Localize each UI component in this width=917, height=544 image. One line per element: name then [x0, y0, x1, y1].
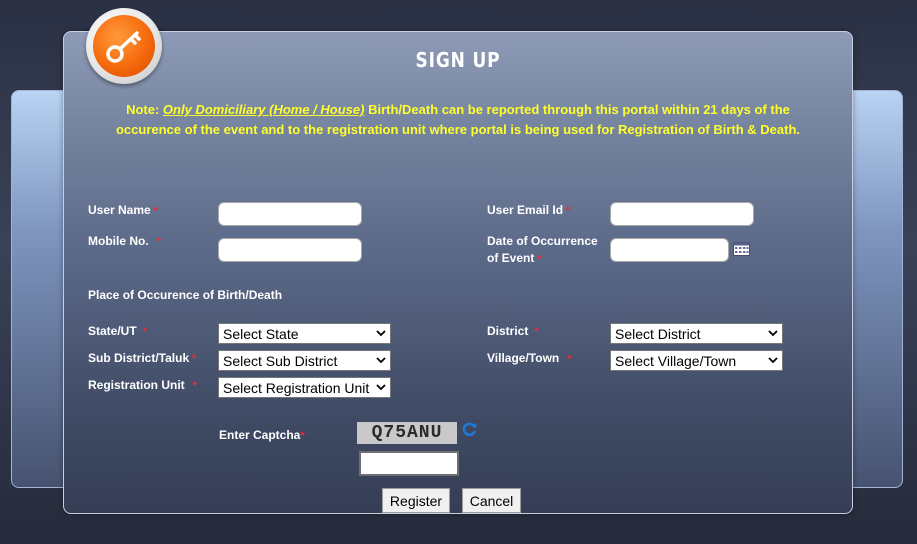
captcha-input[interactable]	[359, 451, 459, 476]
logo	[86, 8, 162, 84]
district-select[interactable]: Select District	[610, 323, 783, 344]
date-of-event-label: Date of Occurrence of Event *	[487, 234, 598, 265]
state-select[interactable]: Select State	[218, 323, 391, 344]
registration-unit-label: Registration Unit *	[88, 378, 197, 392]
chevron-down-icon	[768, 357, 778, 364]
note-text: Note: Only Domiciliary (Home / House) Bi…	[103, 100, 813, 140]
mobile-input[interactable]	[218, 238, 362, 262]
place-heading: Place of Occurence of Birth/Death	[88, 288, 283, 302]
village-label: Village/Town *	[487, 351, 572, 365]
date-of-event-input[interactable]	[610, 238, 729, 262]
user-name-input[interactable]	[218, 202, 362, 226]
chevron-down-icon	[376, 384, 386, 391]
calendar-icon[interactable]	[733, 242, 750, 256]
captcha-image: Q75ANU	[357, 422, 457, 444]
cancel-button[interactable]: Cancel	[462, 488, 521, 513]
user-name-label: User Name *	[88, 203, 158, 217]
note-emphasis: Only Domiciliary (Home / House)	[162, 102, 365, 117]
chevron-down-icon	[768, 330, 778, 337]
chevron-down-icon	[376, 357, 386, 364]
state-label: State/UT *	[88, 324, 147, 338]
mobile-label: Mobile No. *	[88, 234, 161, 248]
chevron-down-icon	[376, 330, 386, 337]
captcha-label: Enter Captcha*	[219, 428, 305, 442]
subdistrict-label: Sub District/Taluk *	[88, 351, 197, 365]
user-email-label: User Email Id *	[487, 203, 571, 217]
user-email-input[interactable]	[610, 202, 754, 226]
register-button[interactable]: Register	[382, 488, 450, 513]
note-prefix: Note:	[126, 102, 163, 117]
refresh-captcha-icon[interactable]	[461, 421, 478, 438]
page-title: SIGN UP	[415, 48, 501, 72]
village-select[interactable]: Select Village/Town	[610, 350, 783, 371]
registration-unit-select[interactable]: Select Registration Unit	[218, 377, 391, 398]
district-label: District *	[487, 324, 539, 338]
subdistrict-select[interactable]: Select Sub District	[218, 350, 391, 371]
